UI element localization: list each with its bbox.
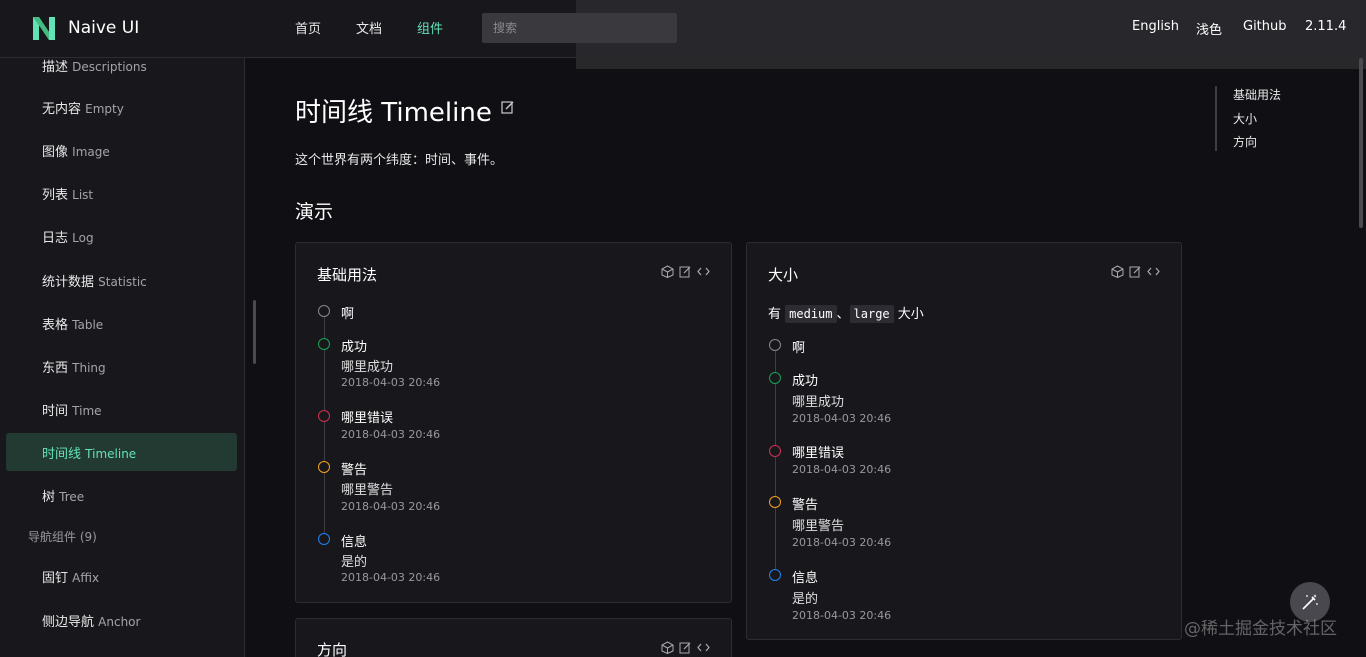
sidebar-group-navigation[interactable]: 导航组件 (9) xyxy=(28,528,97,545)
page-description: 这个世界有两个纬度：时间、事件。 xyxy=(295,153,504,168)
card-title: 大小 xyxy=(768,266,799,284)
timeline-dot xyxy=(769,569,781,581)
toc-item-direction[interactable]: 方向 xyxy=(1233,133,1257,150)
main-scrollbar[interactable] xyxy=(1359,58,1363,228)
card-tools xyxy=(661,265,710,278)
github-link[interactable]: Github xyxy=(1243,19,1287,34)
timeline-item-content: 哪里警告 xyxy=(792,519,845,534)
toc-item-basic[interactable]: 基础用法 xyxy=(1233,86,1281,103)
timeline-dot xyxy=(318,533,330,545)
version-label[interactable]: 2.11.4 xyxy=(1305,19,1346,34)
card-title: 基础用法 xyxy=(317,266,378,284)
nav-home[interactable]: 首页 xyxy=(295,18,321,37)
sidebar-item-thing[interactable]: 东西 Thing xyxy=(42,357,106,376)
cube-icon[interactable] xyxy=(661,265,674,278)
theme-switch[interactable]: 浅色 xyxy=(1196,19,1222,38)
timeline-dot xyxy=(769,496,781,508)
timeline-dot xyxy=(769,339,781,351)
sidebar-item-descriptions[interactable]: 描述 Descriptions xyxy=(42,56,147,75)
timeline-dot xyxy=(318,461,330,473)
timeline-item-title: 警告 xyxy=(792,498,819,513)
timeline-item-time: 2018-04-03 20:46 xyxy=(792,412,892,425)
demo-card-size: 大小 有 medium、 large 大小 啊成功哪里成功 2018-04-03 2… xyxy=(746,242,1182,640)
timeline-item-title: 成功 xyxy=(792,374,819,389)
timeline-item-time: 2018-04-03 20:46 xyxy=(341,376,441,389)
toc-bar xyxy=(1215,86,1217,151)
demo-card-basic: 基础用法 啊成功 哪里成功 2018-04-03 20:46 哪里错误 2018-04-… xyxy=(295,242,732,603)
timeline-item-content: 哪里警告 xyxy=(341,483,394,498)
sidebar-item-affix[interactable]: 固钉 Affix xyxy=(42,567,99,586)
sidebar-item-list[interactable]: 列表 List xyxy=(42,184,93,203)
magic-wand-icon xyxy=(1302,594,1318,610)
edit-icon[interactable] xyxy=(501,100,515,114)
code-large: large xyxy=(849,305,894,323)
sidebar-item-image[interactable]: 图像 Image xyxy=(42,141,110,160)
language-switch[interactable]: English xyxy=(1132,19,1179,34)
sidebar-scrollbar[interactable] xyxy=(253,300,256,364)
timeline-dot xyxy=(769,372,781,384)
timeline-item-title: 哪里错误 xyxy=(792,446,845,461)
timeline-item-title: 哪里错误 xyxy=(341,411,394,426)
timeline-item-content: 哪里成功 xyxy=(792,395,845,410)
naive-ui-logo-icon[interactable] xyxy=(30,14,58,42)
section-title-demo: 演示 xyxy=(295,201,334,223)
timeline-item-title: 啊 xyxy=(341,307,355,322)
timeline-line xyxy=(775,351,776,577)
nav-docs[interactable]: 文档 xyxy=(356,18,382,37)
page-title: 时间线 Timeline xyxy=(295,98,492,128)
sidebar: 描述 Descriptions 无内容 Empty 图像 Image 列表 Li… xyxy=(0,58,245,657)
sidebar-item-statistic[interactable]: 统计数据 Statistic xyxy=(42,271,147,290)
code-icon[interactable] xyxy=(697,265,710,278)
code-medium: medium xyxy=(785,305,837,323)
sidebar-item-tree[interactable]: 树 Tree xyxy=(42,486,84,505)
nav-components[interactable]: 组件 xyxy=(417,18,443,37)
timeline-item-content: 哪里成功 xyxy=(341,360,394,375)
timeline-item-title: 啊 xyxy=(792,341,806,356)
header-overlay xyxy=(576,0,1366,69)
toc-item-size[interactable]: 大小 xyxy=(1233,110,1257,127)
timeline-item-time: 2018-04-03 20:46 xyxy=(792,609,892,622)
timeline-item-time: 2018-04-03 20:46 xyxy=(341,571,441,584)
timeline-item-content: 是的 xyxy=(341,555,368,570)
demo-card-direction: 方向 xyxy=(295,618,732,657)
timeline-item-time: 2018-04-03 20:46 xyxy=(341,428,441,441)
watermark: @稀土掘金技术社区 xyxy=(1184,619,1337,639)
timeline-item-title: 警告 xyxy=(341,463,368,478)
code-icon[interactable] xyxy=(697,641,710,654)
size-description: 有 medium、 large 大小 xyxy=(768,305,924,323)
sidebar-item-table[interactable]: 表格 Table xyxy=(42,314,103,333)
timeline-item-title: 信息 xyxy=(341,535,368,550)
sidebar-item-empty[interactable]: 无内容 Empty xyxy=(42,98,124,117)
timeline-dot xyxy=(318,305,330,317)
timeline-item-time: 2018-04-03 20:46 xyxy=(792,463,892,476)
cube-icon[interactable] xyxy=(661,641,674,654)
edit-icon[interactable] xyxy=(1129,265,1142,278)
timeline-dot xyxy=(769,445,781,457)
code-icon[interactable] xyxy=(1147,265,1160,278)
card-tools xyxy=(661,641,710,654)
sidebar-item-log[interactable]: 日志 Log xyxy=(42,227,94,246)
timeline-item-time: 2018-04-03 20:46 xyxy=(792,536,892,549)
timeline-dot xyxy=(318,410,330,422)
timeline-line xyxy=(324,317,325,539)
card-tools xyxy=(1111,265,1160,278)
brand-name[interactable]: Naive UI xyxy=(68,18,139,38)
sidebar-item-timeline[interactable]: 时间线 Timeline xyxy=(42,443,136,462)
edit-icon[interactable] xyxy=(679,641,692,654)
sidebar-item-time[interactable]: 时间 Time xyxy=(42,400,102,419)
search-input[interactable] xyxy=(482,13,677,43)
sidebar-item-anchor[interactable]: 侧边导航 Anchor xyxy=(42,611,140,630)
timeline-item-time: 2018-04-03 20:46 xyxy=(341,500,441,513)
timeline-item-content: 是的 xyxy=(792,592,819,607)
cube-icon[interactable] xyxy=(1111,265,1124,278)
card-title: 方向 xyxy=(317,641,348,657)
timeline-item-title: 信息 xyxy=(792,571,819,586)
timeline-item-title: 成功 xyxy=(341,340,368,355)
edit-icon[interactable] xyxy=(679,265,692,278)
timeline-dot xyxy=(318,338,330,350)
